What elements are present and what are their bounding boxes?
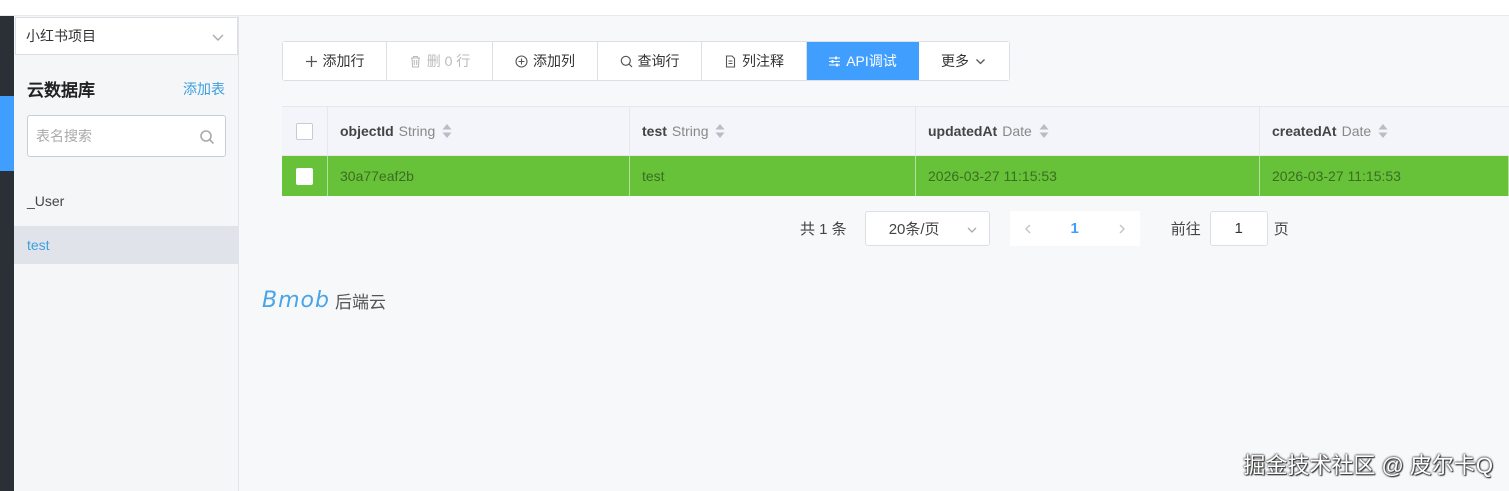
table-row[interactable]: 30a77eaf2b test 2026-03-27 11:15:53 2026…	[282, 156, 1509, 196]
chevron-down-icon	[967, 227, 977, 233]
goto-page-input[interactable]	[1209, 211, 1268, 246]
more-label: 更多	[941, 53, 969, 69]
table-search-box	[27, 115, 226, 157]
more-dropdown-button[interactable]: 更多	[919, 42, 1009, 80]
query-row-label: 查询行	[637, 53, 680, 69]
chevron-left-icon[interactable]	[1022, 223, 1034, 235]
document-icon	[725, 54, 736, 68]
search-icon	[620, 55, 632, 67]
column-name: objectId	[340, 123, 394, 139]
brand-suffix: 后端云	[334, 293, 386, 312]
data-table: objectId String test String updatedAt Da…	[282, 106, 1509, 196]
delete-rows-button[interactable]: 删 0 行	[387, 42, 493, 80]
chevron-down-icon	[976, 58, 985, 64]
table-header-row: objectId String test String updatedAt Da…	[282, 107, 1509, 156]
sort-icon[interactable]	[1039, 123, 1049, 139]
table-cell-test[interactable]: test	[630, 156, 916, 196]
sidebar-item-test[interactable]: test	[14, 226, 238, 264]
plus-circle-icon	[515, 54, 528, 68]
column-type: String	[398, 123, 436, 139]
table-toolbar: 添加行 删 0 行 添加列 查询行 列注释 API调试 更多	[282, 41, 1010, 81]
chevron-right-icon[interactable]	[1116, 223, 1128, 235]
api-debug-button[interactable]: API调试	[807, 42, 919, 80]
sort-icon[interactable]	[442, 123, 452, 139]
select-all-cell	[282, 107, 328, 155]
section-title: 云数据库	[27, 81, 95, 100]
watermark: 掘金技术社区 @ 皮尔卡Q	[1243, 453, 1493, 478]
column-type: Date	[1002, 123, 1032, 139]
sort-icon[interactable]	[715, 123, 725, 139]
column-name: createdAt	[1272, 123, 1337, 139]
add-row-label: 添加行	[322, 53, 365, 69]
select-all-checkbox[interactable]	[296, 122, 313, 140]
chevron-down-icon	[212, 34, 224, 41]
sort-icon[interactable]	[1378, 123, 1388, 139]
row-checkbox[interactable]	[296, 167, 313, 185]
add-row-button[interactable]: 添加行	[283, 42, 387, 80]
search-icon[interactable]	[199, 129, 215, 145]
left-nav-rail	[0, 16, 14, 491]
sidebar-item-user[interactable]: _User	[14, 182, 238, 220]
column-comment-label: 列注释	[742, 53, 784, 69]
goto-suffix: 页	[1273, 221, 1289, 238]
column-name: updatedAt	[928, 123, 998, 139]
plus-icon	[305, 55, 317, 67]
sliders-icon	[829, 56, 841, 66]
delete-rows-label: 删 0 行	[426, 53, 471, 69]
add-column-button[interactable]: 添加列	[493, 42, 598, 80]
api-debug-label: API调试	[846, 53, 897, 69]
page-size-value: 20条/页	[888, 221, 940, 238]
table-cell-createdat[interactable]: 2026-03-27 11:15:53	[1260, 156, 1509, 196]
row-select-cell	[282, 156, 328, 196]
total-count: 共 1 条	[800, 221, 847, 238]
sidebar: 小红书项目 云数据库 添加表 _User test	[14, 16, 239, 491]
table-search-input[interactable]	[36, 128, 196, 144]
column-type: String	[671, 123, 709, 139]
current-page[interactable]: 1	[1071, 220, 1079, 237]
column-name: test	[642, 123, 667, 139]
column-header-test[interactable]: test String	[630, 107, 916, 155]
column-header-createdat[interactable]: createdAt Date	[1260, 107, 1509, 155]
page-navigation: 1	[1009, 211, 1140, 246]
top-strip	[0, 0, 1509, 16]
column-comment-button[interactable]: 列注释	[702, 42, 807, 80]
column-header-updatedat[interactable]: updatedAt Date	[916, 107, 1260, 155]
project-select[interactable]: 小红书项目	[15, 17, 238, 55]
add-table-link[interactable]: 添加表	[183, 79, 225, 99]
trash-icon	[410, 55, 420, 68]
brand-logo: Bmob 后端云	[262, 288, 386, 313]
query-row-button[interactable]: 查询行	[598, 42, 702, 80]
brand-logo-text: Bmob	[262, 288, 330, 313]
column-type: Date	[1341, 123, 1372, 139]
project-name: 小红书项目	[26, 28, 96, 44]
table-cell-objectid[interactable]: 30a77eaf2b	[328, 156, 630, 196]
column-header-objectid[interactable]: objectId String	[328, 107, 630, 155]
page-size-select[interactable]: 20条/页	[864, 211, 990, 246]
add-column-label: 添加列	[533, 53, 575, 69]
pagination: 共 1 条 20条/页 1 前往 页	[800, 211, 1289, 246]
goto-prefix: 前往	[1170, 221, 1201, 238]
left-nav-rail-active-indicator[interactable]	[0, 96, 14, 171]
table-cell-updatedat[interactable]: 2026-03-27 11:15:53	[916, 156, 1260, 196]
